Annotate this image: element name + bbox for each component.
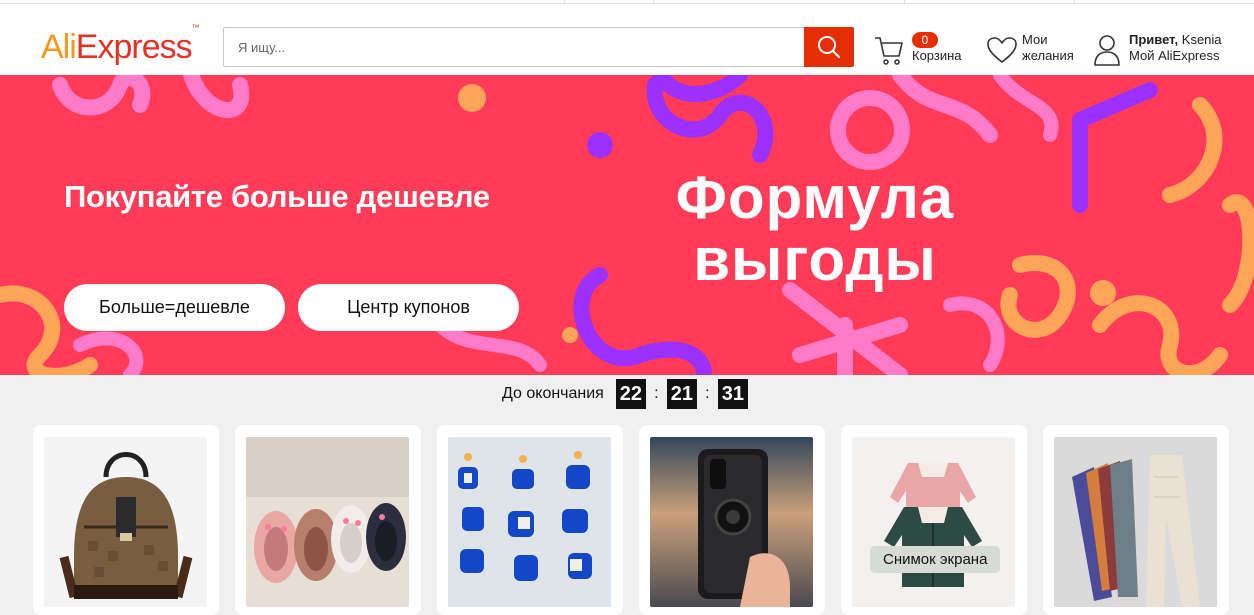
screenshot-tooltip: Снимок экрана (870, 546, 1001, 573)
product-row (0, 425, 1254, 615)
earrings-image[interactable] (448, 437, 611, 607)
cart-label: Корзина (912, 48, 962, 63)
aliexpress-logo[interactable]: AliExpress™ (41, 23, 200, 67)
search-button[interactable] (804, 27, 854, 67)
banner-title: Формула выгоды (600, 167, 1030, 291)
search-input[interactable] (224, 28, 804, 66)
logo-part-ali: Ali (41, 28, 77, 66)
countdown-label: До окончания (502, 385, 604, 402)
product-card[interactable] (235, 425, 421, 615)
account-username: Ksenia (1181, 32, 1222, 47)
more-cheaper-button[interactable]: Больше=дешевле (64, 284, 285, 331)
kids-shoes-image[interactable] (246, 437, 409, 607)
account-label: Привет, Ksenia Мой AliExpress (1129, 32, 1222, 64)
site-header: AliExpress™ 0 Корзина Моижелания Привет, (0, 4, 1254, 75)
wishlist-label: Мои желания (1022, 32, 1074, 64)
sale-countdown: До окончания 22 : 21 : 31 (502, 378, 748, 410)
product-card[interactable] (1043, 425, 1229, 615)
search-icon (818, 36, 841, 59)
countdown-hours: 22 (615, 379, 646, 409)
product-card[interactable] (841, 425, 1027, 615)
user-icon (1094, 35, 1120, 66)
wishlist-label-line1: Мои (1022, 32, 1048, 47)
countdown-separator: : (705, 385, 710, 402)
banner-subtitle: Покупайте больше дешевле (64, 179, 490, 214)
logo-trademark: ™ (191, 22, 200, 32)
leggings-image[interactable] (1054, 437, 1217, 607)
banner-title-line2: выгоды (693, 226, 937, 293)
banner-title-line1: Формула (675, 164, 955, 231)
phone-case-image[interactable] (650, 437, 813, 607)
product-card[interactable] (437, 425, 623, 615)
cart-count-badge: 0 (912, 32, 938, 48)
heart-icon (987, 37, 1017, 63)
search-bar (223, 27, 854, 67)
backpack-image[interactable] (44, 437, 207, 607)
countdown-separator: : (654, 385, 659, 402)
product-card[interactable] (639, 425, 825, 615)
promo-banner[interactable]: Покупайте больше дешевле Формула выгоды Б… (0, 75, 1254, 375)
account-greeting: Привет, (1129, 32, 1179, 47)
kids-jackets-image[interactable] (852, 437, 1015, 607)
cart-icon (875, 37, 903, 65)
my-aliexpress-link[interactable]: Мой AliExpress (1129, 48, 1220, 63)
countdown-seconds: 31 (717, 379, 748, 409)
coupon-center-button[interactable]: Центр купонов (298, 284, 519, 331)
logo-part-express: Express (75, 28, 193, 66)
countdown-minutes: 21 (666, 379, 697, 409)
product-card[interactable] (33, 425, 219, 615)
wishlist-label-line2: желания (1022, 48, 1074, 63)
